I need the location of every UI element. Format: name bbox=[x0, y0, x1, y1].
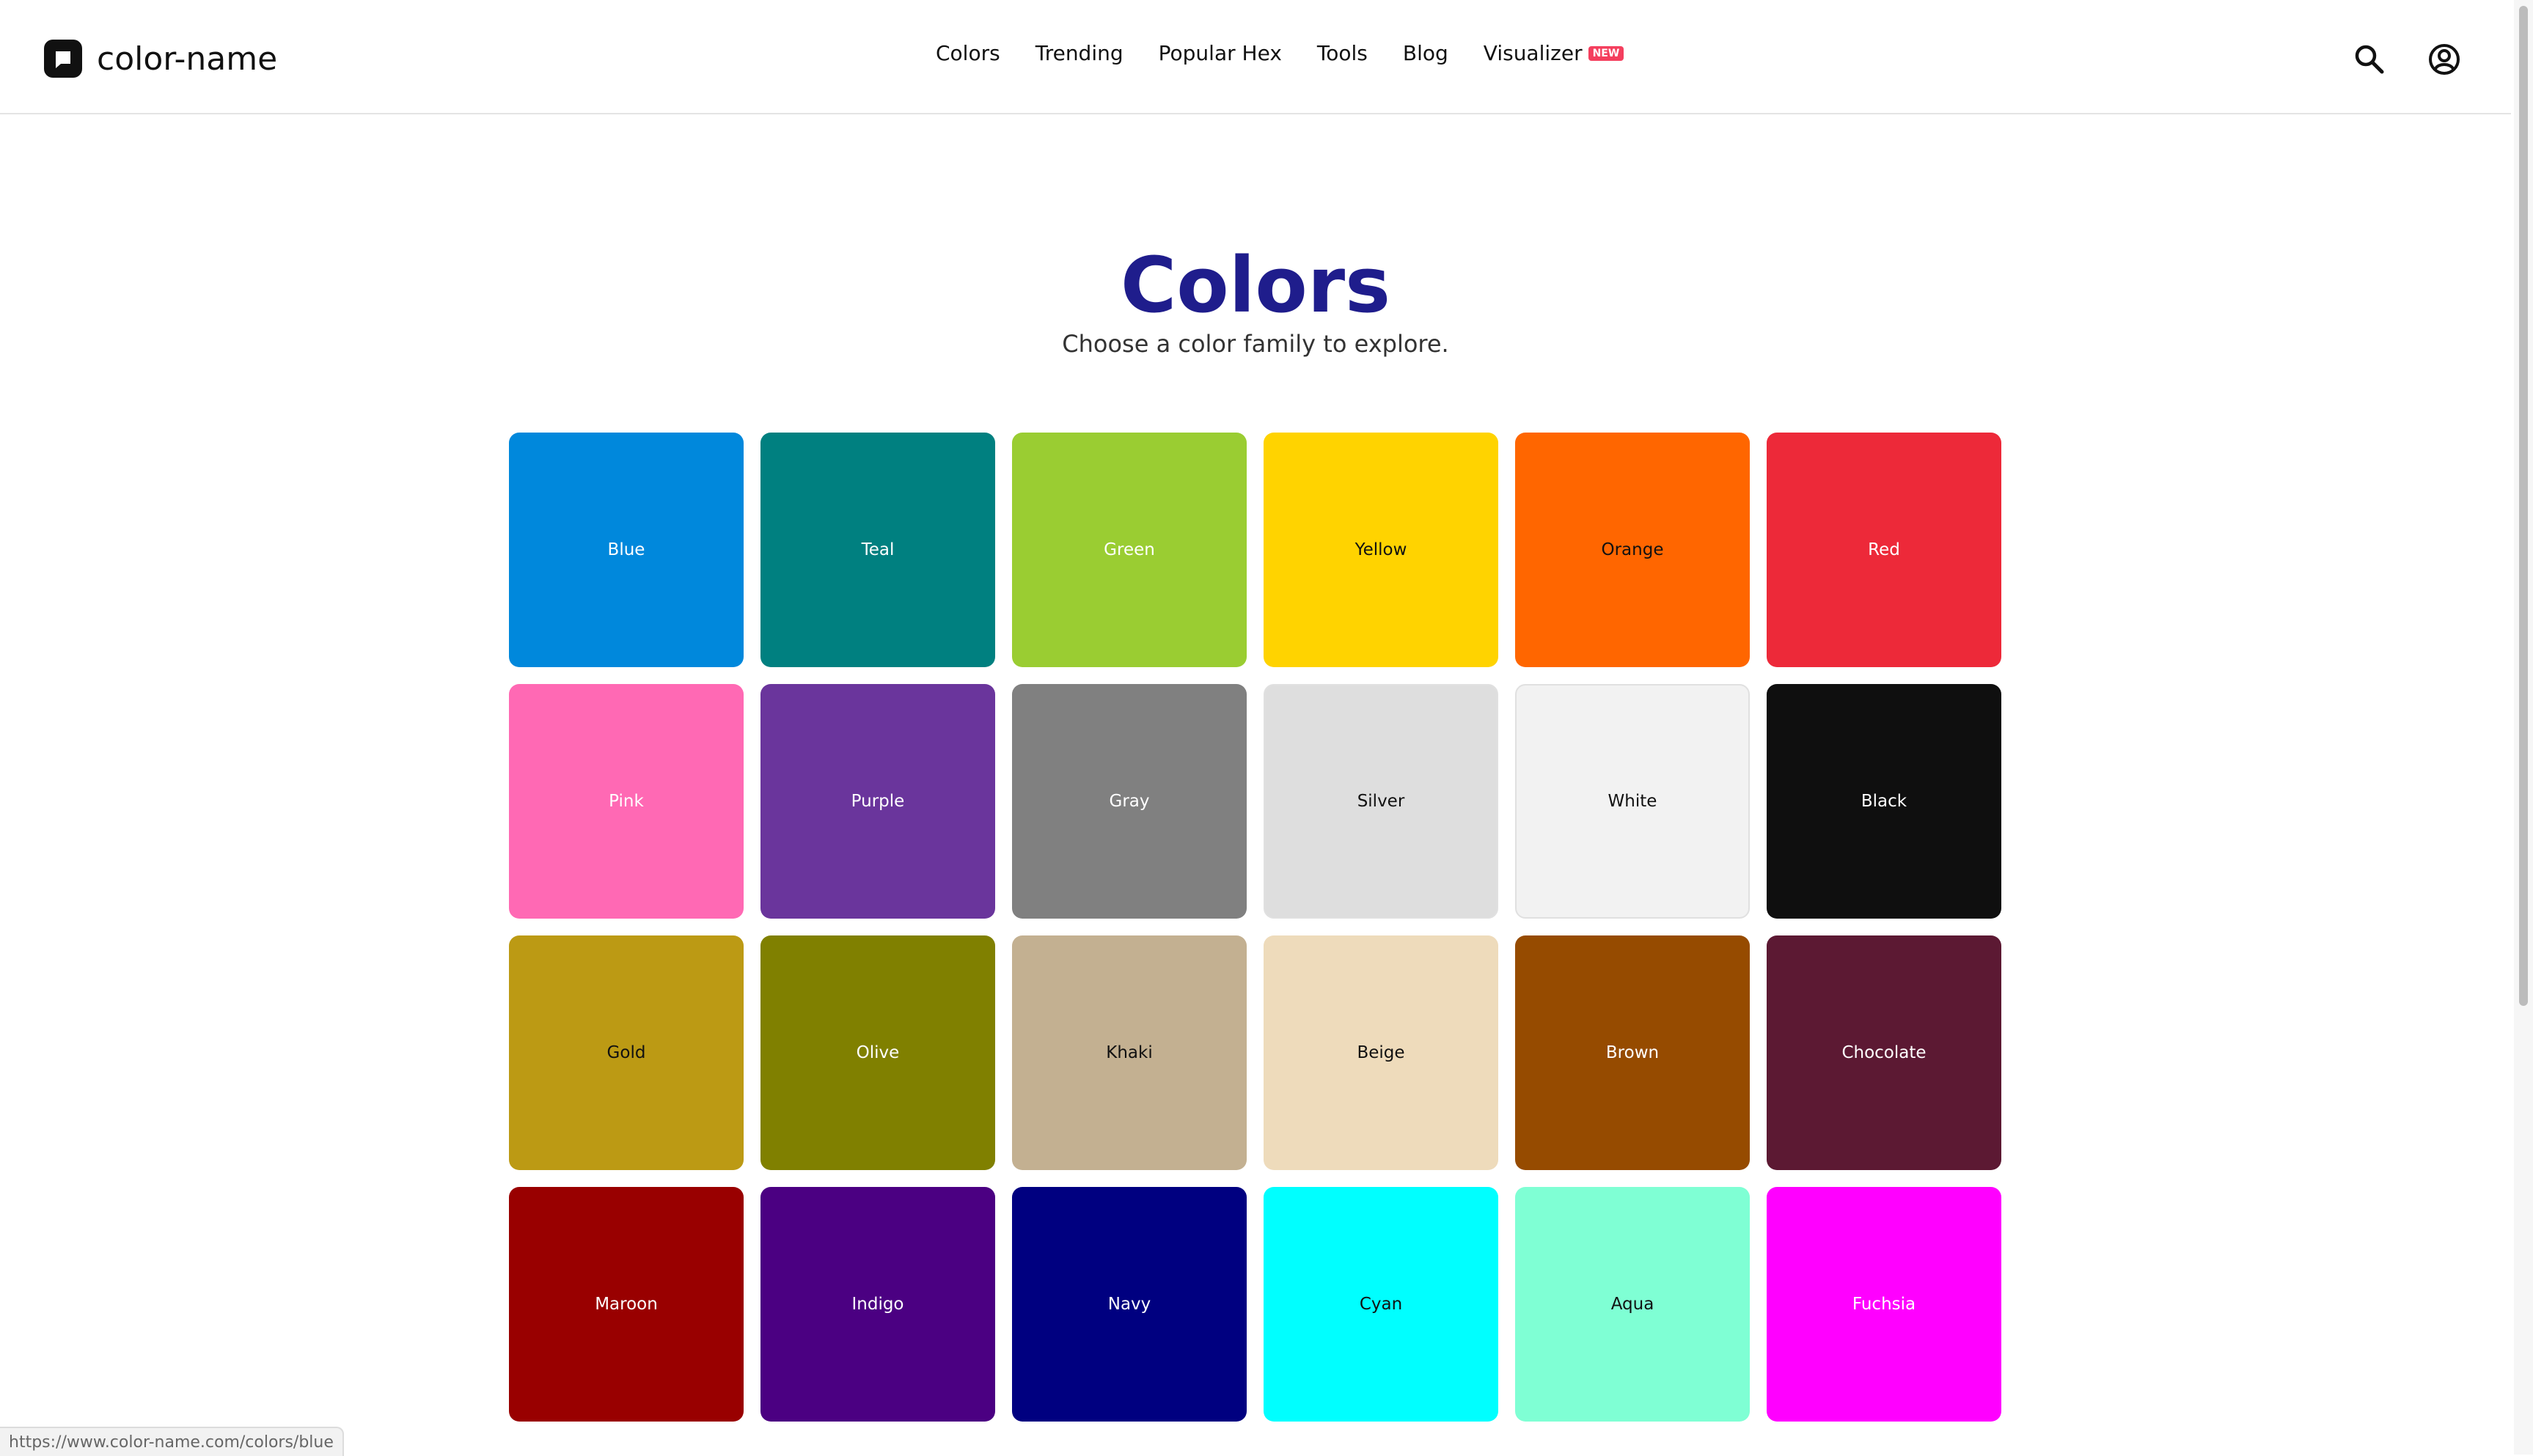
nav-colors[interactable]: Colors bbox=[936, 41, 1000, 65]
search-icon[interactable] bbox=[2351, 41, 2388, 78]
account-icon[interactable] bbox=[2426, 41, 2463, 78]
color-tile-chocolate[interactable]: Chocolate bbox=[1767, 935, 2001, 1170]
scrollbar-thumb[interactable] bbox=[2519, 6, 2528, 1006]
site-header: color-name Colors Trending Popular Hex T… bbox=[0, 0, 2511, 114]
color-tile-red[interactable]: Red bbox=[1767, 433, 2001, 667]
new-badge: NEW bbox=[1588, 45, 1624, 61]
color-tile-indigo[interactable]: Indigo bbox=[760, 1187, 995, 1422]
color-tile-teal[interactable]: Teal bbox=[760, 433, 995, 667]
main-nav: Colors Trending Popular Hex Tools Blog V… bbox=[936, 41, 1659, 65]
color-tile-purple[interactable]: Purple bbox=[760, 684, 995, 919]
color-tile-white[interactable]: White bbox=[1515, 684, 1750, 919]
color-tile-khaki[interactable]: Khaki bbox=[1012, 935, 1247, 1170]
page-title: Colors bbox=[1120, 240, 1391, 330]
color-tile-black[interactable]: Black bbox=[1767, 684, 2001, 919]
color-tile-beige[interactable]: Beige bbox=[1264, 935, 1498, 1170]
color-family-grid: Blue Teal Green Yellow Orange Red Pink P… bbox=[509, 433, 2001, 1422]
color-tile-maroon[interactable]: Maroon bbox=[509, 1187, 744, 1422]
color-tile-pink[interactable]: Pink bbox=[509, 684, 744, 919]
color-tile-olive[interactable]: Olive bbox=[760, 935, 995, 1170]
color-tile-aqua[interactable]: Aqua bbox=[1515, 1187, 1750, 1422]
nav-visualizer[interactable]: Visualizer NEW bbox=[1484, 41, 1624, 65]
logo-icon bbox=[44, 40, 82, 78]
color-tile-brown[interactable]: Brown bbox=[1515, 935, 1750, 1170]
color-tile-green[interactable]: Green bbox=[1012, 433, 1247, 667]
nav-trending[interactable]: Trending bbox=[1035, 41, 1123, 65]
nav-popular-hex[interactable]: Popular Hex bbox=[1159, 41, 1282, 65]
color-tile-cyan[interactable]: Cyan bbox=[1264, 1187, 1498, 1422]
color-tile-silver[interactable]: Silver bbox=[1264, 684, 1498, 919]
color-tile-gray[interactable]: Gray bbox=[1012, 684, 1247, 919]
nav-blog[interactable]: Blog bbox=[1403, 41, 1448, 65]
nav-visualizer-label: Visualizer bbox=[1483, 41, 1583, 65]
logo-text: color-name bbox=[97, 40, 278, 78]
page-subtitle: Choose a color family to explore. bbox=[1062, 330, 1449, 358]
link-status-bar: https://www.color-name.com/colors/blue bbox=[0, 1427, 344, 1456]
color-tile-gold[interactable]: Gold bbox=[509, 935, 744, 1170]
color-tile-blue[interactable]: Blue bbox=[509, 433, 744, 667]
site-logo[interactable]: color-name bbox=[44, 40, 277, 78]
nav-tools[interactable]: Tools bbox=[1317, 41, 1368, 65]
vertical-scrollbar[interactable] bbox=[2514, 0, 2533, 1455]
color-tile-orange[interactable]: Orange bbox=[1515, 433, 1750, 667]
color-tile-yellow[interactable]: Yellow bbox=[1264, 433, 1498, 667]
color-tile-navy[interactable]: Navy bbox=[1012, 1187, 1247, 1422]
color-tile-fuchsia[interactable]: Fuchsia bbox=[1767, 1187, 2001, 1422]
